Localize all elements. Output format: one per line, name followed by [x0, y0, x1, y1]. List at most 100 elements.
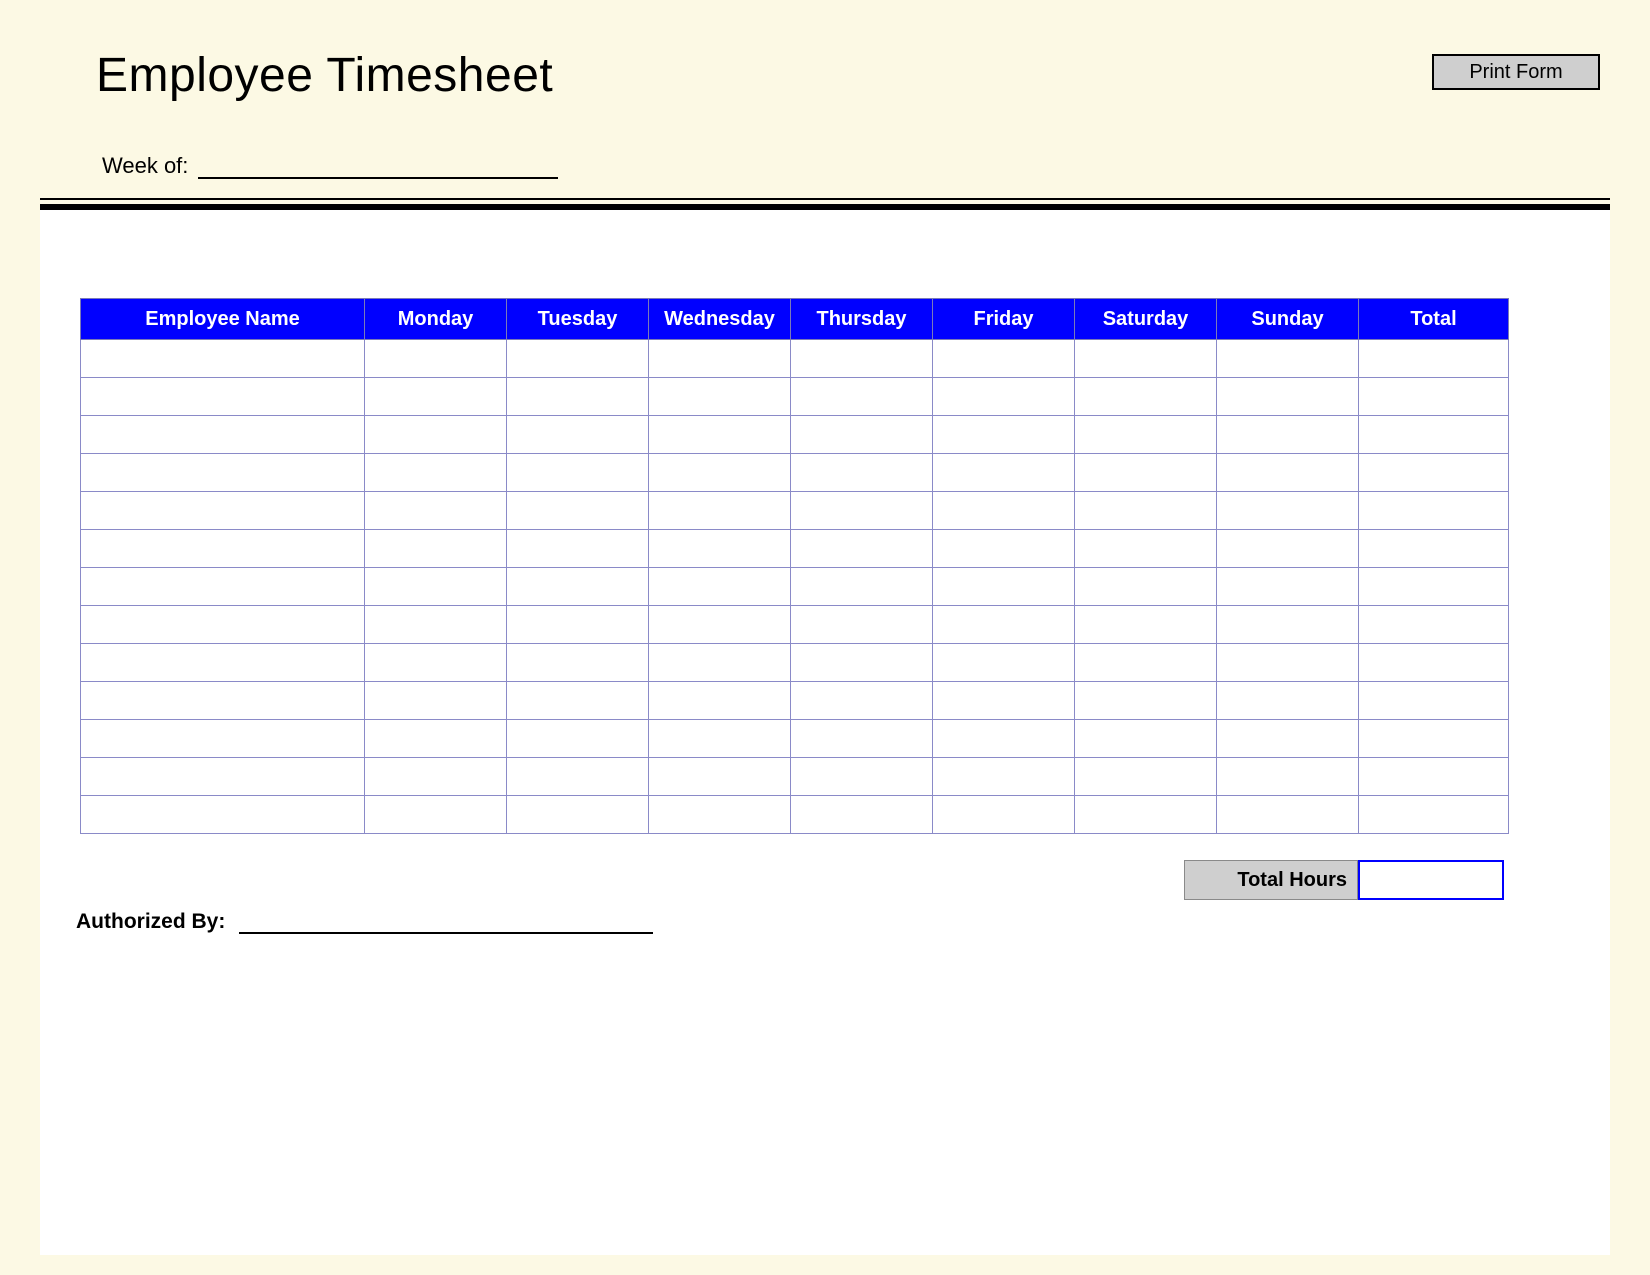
cell-employee-name[interactable]: [81, 568, 365, 606]
cell-total[interactable]: [1359, 682, 1509, 720]
cell-saturday[interactable]: [1075, 568, 1217, 606]
cell-monday[interactable]: [365, 492, 507, 530]
cell-monday[interactable]: [365, 530, 507, 568]
cell-friday[interactable]: [933, 758, 1075, 796]
cell-monday[interactable]: [365, 682, 507, 720]
cell-thursday[interactable]: [791, 606, 933, 644]
cell-sunday[interactable]: [1217, 340, 1359, 378]
cell-wednesday[interactable]: [649, 606, 791, 644]
cell-sunday[interactable]: [1217, 568, 1359, 606]
cell-tuesday[interactable]: [507, 492, 649, 530]
cell-total[interactable]: [1359, 416, 1509, 454]
cell-saturday[interactable]: [1075, 340, 1217, 378]
cell-saturday[interactable]: [1075, 606, 1217, 644]
cell-tuesday[interactable]: [507, 606, 649, 644]
cell-sunday[interactable]: [1217, 492, 1359, 530]
cell-monday[interactable]: [365, 378, 507, 416]
cell-sunday[interactable]: [1217, 378, 1359, 416]
cell-employee-name[interactable]: [81, 720, 365, 758]
cell-wednesday[interactable]: [649, 454, 791, 492]
cell-employee-name[interactable]: [81, 492, 365, 530]
cell-saturday[interactable]: [1075, 416, 1217, 454]
total-hours-value[interactable]: [1358, 860, 1504, 900]
cell-wednesday[interactable]: [649, 720, 791, 758]
cell-sunday[interactable]: [1217, 796, 1359, 834]
cell-wednesday[interactable]: [649, 416, 791, 454]
cell-wednesday[interactable]: [649, 378, 791, 416]
cell-thursday[interactable]: [791, 568, 933, 606]
cell-total[interactable]: [1359, 720, 1509, 758]
cell-saturday[interactable]: [1075, 454, 1217, 492]
cell-monday[interactable]: [365, 720, 507, 758]
cell-tuesday[interactable]: [507, 720, 649, 758]
cell-employee-name[interactable]: [81, 606, 365, 644]
cell-saturday[interactable]: [1075, 796, 1217, 834]
cell-tuesday[interactable]: [507, 796, 649, 834]
cell-thursday[interactable]: [791, 378, 933, 416]
cell-tuesday[interactable]: [507, 454, 649, 492]
cell-employee-name[interactable]: [81, 340, 365, 378]
cell-total[interactable]: [1359, 758, 1509, 796]
cell-employee-name[interactable]: [81, 796, 365, 834]
cell-employee-name[interactable]: [81, 644, 365, 682]
cell-monday[interactable]: [365, 568, 507, 606]
cell-tuesday[interactable]: [507, 530, 649, 568]
cell-total[interactable]: [1359, 568, 1509, 606]
cell-tuesday[interactable]: [507, 758, 649, 796]
cell-friday[interactable]: [933, 378, 1075, 416]
cell-friday[interactable]: [933, 606, 1075, 644]
print-form-button[interactable]: Print Form: [1432, 54, 1600, 90]
cell-sunday[interactable]: [1217, 644, 1359, 682]
cell-total[interactable]: [1359, 492, 1509, 530]
cell-thursday[interactable]: [791, 682, 933, 720]
cell-monday[interactable]: [365, 416, 507, 454]
authorized-by-input-line[interactable]: [239, 912, 653, 934]
cell-tuesday[interactable]: [507, 378, 649, 416]
cell-sunday[interactable]: [1217, 416, 1359, 454]
cell-tuesday[interactable]: [507, 644, 649, 682]
cell-wednesday[interactable]: [649, 796, 791, 834]
cell-thursday[interactable]: [791, 530, 933, 568]
cell-wednesday[interactable]: [649, 644, 791, 682]
cell-wednesday[interactable]: [649, 568, 791, 606]
cell-total[interactable]: [1359, 796, 1509, 834]
cell-employee-name[interactable]: [81, 682, 365, 720]
cell-total[interactable]: [1359, 606, 1509, 644]
cell-thursday[interactable]: [791, 758, 933, 796]
cell-thursday[interactable]: [791, 416, 933, 454]
cell-sunday[interactable]: [1217, 720, 1359, 758]
cell-wednesday[interactable]: [649, 340, 791, 378]
cell-wednesday[interactable]: [649, 682, 791, 720]
cell-sunday[interactable]: [1217, 758, 1359, 796]
cell-saturday[interactable]: [1075, 492, 1217, 530]
cell-saturday[interactable]: [1075, 682, 1217, 720]
cell-wednesday[interactable]: [649, 758, 791, 796]
cell-monday[interactable]: [365, 454, 507, 492]
cell-wednesday[interactable]: [649, 530, 791, 568]
cell-total[interactable]: [1359, 454, 1509, 492]
cell-employee-name[interactable]: [81, 758, 365, 796]
cell-thursday[interactable]: [791, 720, 933, 758]
cell-friday[interactable]: [933, 530, 1075, 568]
cell-monday[interactable]: [365, 606, 507, 644]
cell-friday[interactable]: [933, 340, 1075, 378]
cell-friday[interactable]: [933, 492, 1075, 530]
cell-friday[interactable]: [933, 682, 1075, 720]
cell-monday[interactable]: [365, 758, 507, 796]
cell-saturday[interactable]: [1075, 758, 1217, 796]
cell-friday[interactable]: [933, 720, 1075, 758]
cell-friday[interactable]: [933, 454, 1075, 492]
cell-employee-name[interactable]: [81, 454, 365, 492]
cell-sunday[interactable]: [1217, 606, 1359, 644]
cell-monday[interactable]: [365, 796, 507, 834]
week-of-input-line[interactable]: [198, 155, 558, 179]
cell-employee-name[interactable]: [81, 416, 365, 454]
cell-tuesday[interactable]: [507, 568, 649, 606]
cell-saturday[interactable]: [1075, 644, 1217, 682]
cell-sunday[interactable]: [1217, 530, 1359, 568]
cell-saturday[interactable]: [1075, 530, 1217, 568]
cell-thursday[interactable]: [791, 340, 933, 378]
cell-tuesday[interactable]: [507, 682, 649, 720]
cell-tuesday[interactable]: [507, 340, 649, 378]
cell-total[interactable]: [1359, 530, 1509, 568]
